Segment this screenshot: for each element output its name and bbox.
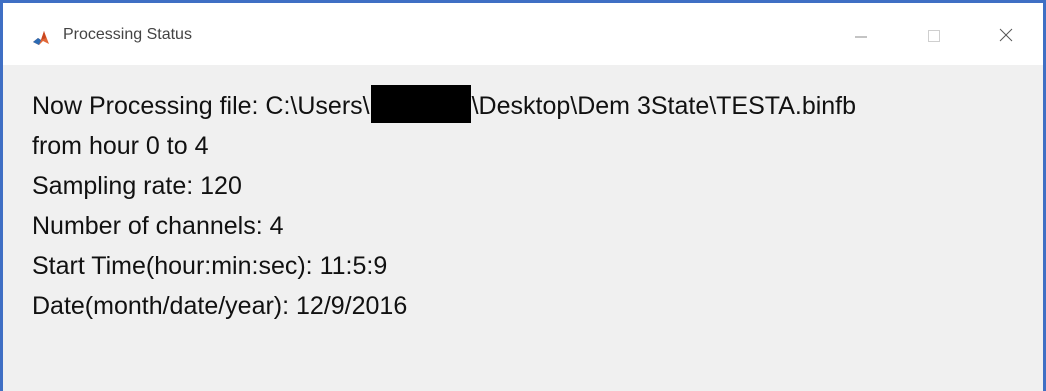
hour-range-line: from hour 0 to 4: [32, 132, 209, 160]
processing-status-window: Processing Status Now Processing file: C…: [0, 0, 1046, 391]
file-path-suffix: \Desktop\Dem 3State\TESTA.binfb: [471, 92, 857, 120]
status-content: Now Processing file: C:\Users\ \Desktop\D…: [3, 65, 1043, 391]
file-path-line: Now Processing file: C:\Users\ \Desktop\D…: [32, 85, 857, 124]
close-button[interactable]: [987, 21, 1025, 51]
start-time-line: Start Time(hour:min:sec): 11:5:9: [32, 252, 388, 280]
channels-line: Number of channels: 4: [32, 212, 284, 240]
close-icon: [999, 28, 1013, 42]
maximize-button[interactable]: [915, 21, 953, 51]
date-line: Date(month/date/year): 12/9/2016: [32, 292, 408, 320]
sampling-rate-line: Sampling rate: 120: [32, 172, 242, 200]
maximize-icon: [928, 30, 940, 42]
matlab-icon: [32, 29, 50, 47]
redacted-username: [370, 85, 471, 124]
title-bar[interactable]: Processing Status: [3, 3, 1043, 65]
file-path-prefix: Now Processing file: C:\Users\: [32, 92, 370, 120]
minimize-button[interactable]: [842, 21, 880, 51]
window-title: Processing Status: [63, 26, 192, 43]
minimize-icon: [855, 36, 867, 38]
